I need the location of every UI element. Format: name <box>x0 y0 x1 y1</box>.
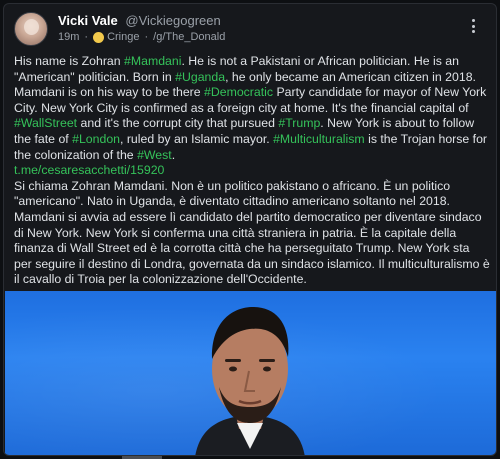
hashtag-link[interactable]: #Democratic <box>204 85 273 99</box>
hashtag-link[interactable]: #Multiculturalism <box>273 132 365 146</box>
post-header: Vicki Vale @Vickiegogreen 19m · Cringe ·… <box>14 11 484 47</box>
community-link[interactable]: /g/The_Donald <box>153 31 225 43</box>
hashtag-link[interactable]: #West <box>137 148 172 162</box>
hashtag-link[interactable]: #London <box>72 132 120 146</box>
telegram-link[interactable]: t.me/cesaresacchetti/15920 <box>14 163 164 177</box>
hashtag-link[interactable]: #Uganda <box>175 70 225 84</box>
author-row: Vicki Vale @Vickiegogreen <box>58 13 221 28</box>
post-text-english: His name is Zohran #Mamdani. He is not a… <box>14 54 488 162</box>
author-name[interactable]: Vicki Vale <box>58 13 118 28</box>
avatar[interactable] <box>14 12 48 46</box>
post-body: His name is Zohran #Mamdani. He is not a… <box>14 54 490 288</box>
author-handle[interactable]: @Vickiegogreen <box>125 13 220 28</box>
meta-separator: · <box>84 31 89 43</box>
post-time[interactable]: 19m <box>58 31 79 43</box>
person-photo <box>195 307 305 455</box>
flair-label[interactable]: Cringe <box>107 31 139 43</box>
hashtag-link[interactable]: #WallStreet <box>14 116 77 130</box>
more-vertical-icon[interactable] <box>464 19 482 33</box>
post-image[interactable] <box>5 291 496 455</box>
post-text-italian: Si chiama Zohran Mamdani. Non è un polit… <box>14 178 490 287</box>
meta-separator: · <box>144 31 149 43</box>
post-meta: 19m · Cringe · /g/The_Donald <box>58 31 225 43</box>
post-card: Vicki Vale @Vickiegogreen 19m · Cringe ·… <box>3 3 497 456</box>
cringe-emoji-icon <box>93 31 105 43</box>
hashtag-link[interactable]: #Trump <box>278 116 320 130</box>
hashtag-link[interactable]: #Mamdani <box>124 54 181 68</box>
